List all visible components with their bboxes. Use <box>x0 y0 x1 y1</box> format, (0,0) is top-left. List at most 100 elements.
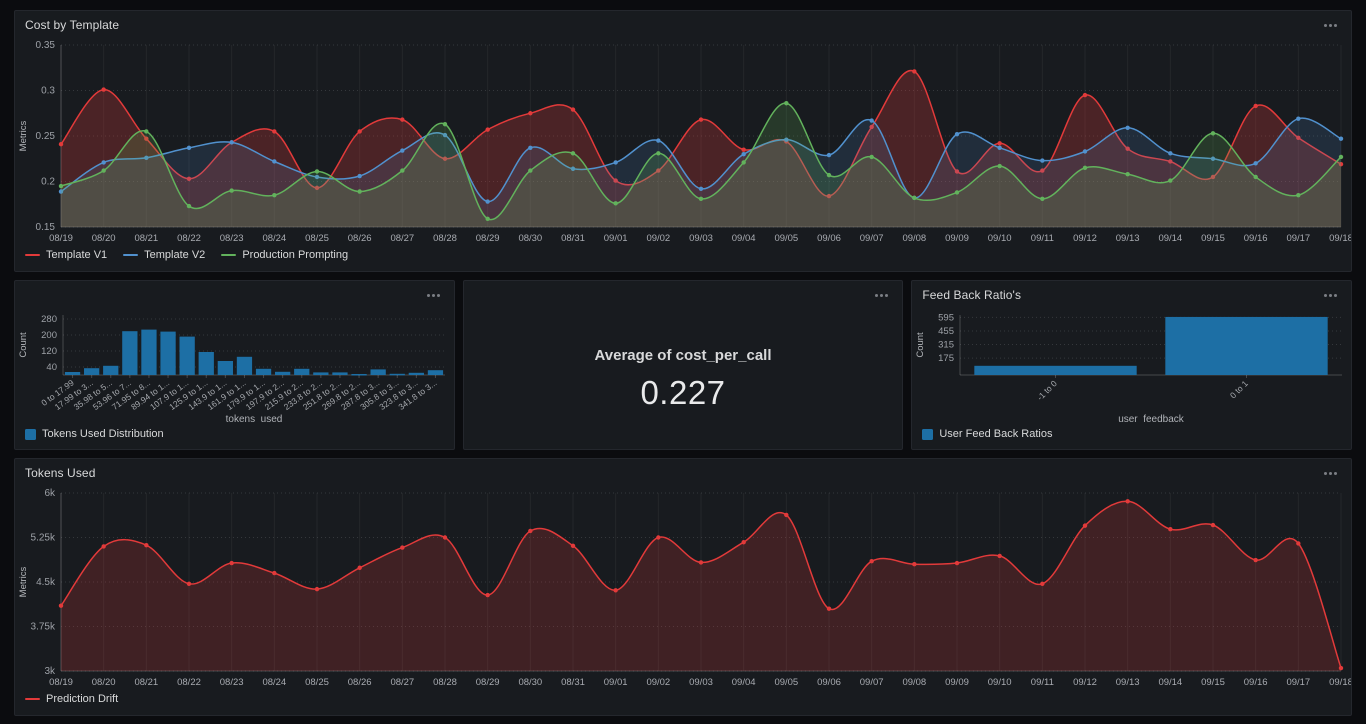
svg-text:09/15: 09/15 <box>1201 233 1225 243</box>
svg-text:09/13: 09/13 <box>1116 233 1140 243</box>
chart-legend: User Feed Back Ratios <box>912 423 1351 449</box>
svg-text:09/12: 09/12 <box>1073 677 1097 687</box>
panel-menu-icon[interactable] <box>1320 468 1341 479</box>
panel-header: Feed Back Ratio's <box>912 281 1351 309</box>
svg-text:08/19: 08/19 <box>49 233 73 243</box>
panel-header <box>464 281 903 309</box>
svg-text:Count: Count <box>18 332 29 358</box>
panel-cost-by-template: Cost by Template 0.150.20.250.30.3508/19… <box>14 10 1352 272</box>
tokens-distribution-chart[interactable]: 401202002800 to 17.9917.99 to 3...35.98 … <box>15 309 453 423</box>
cost-by-template-chart[interactable]: 0.150.20.250.30.3508/1908/2008/2108/2208… <box>15 39 1351 243</box>
svg-text:09/06: 09/06 <box>817 677 841 687</box>
svg-text:08/20: 08/20 <box>92 233 116 243</box>
panel-menu-icon[interactable] <box>423 290 444 301</box>
legend-swatch <box>25 254 40 256</box>
svg-text:08/20: 08/20 <box>92 677 116 687</box>
svg-text:09/07: 09/07 <box>860 233 884 243</box>
legend-swatch <box>25 429 36 440</box>
svg-text:0.15: 0.15 <box>36 222 56 233</box>
svg-text:09/08: 09/08 <box>902 677 926 687</box>
svg-text:09/02: 09/02 <box>646 677 670 687</box>
panel-header <box>15 281 454 309</box>
svg-text:09/01: 09/01 <box>604 677 628 687</box>
svg-text:09/15: 09/15 <box>1201 677 1225 687</box>
svg-text:09/11: 09/11 <box>1031 677 1054 687</box>
legend-label: Production Prompting <box>242 249 348 261</box>
svg-text:09/12: 09/12 <box>1073 233 1097 243</box>
svg-text:09/07: 09/07 <box>860 677 884 687</box>
panel-menu-icon[interactable] <box>1320 290 1341 301</box>
panel-average-cost-stat: Average of cost_per_call 0.227 <box>463 280 904 450</box>
svg-text:175: 175 <box>938 353 954 364</box>
svg-text:08/24: 08/24 <box>262 233 286 243</box>
svg-text:09/13: 09/13 <box>1116 677 1140 687</box>
legend-label: Tokens Used Distribution <box>42 428 164 440</box>
svg-text:0.35: 0.35 <box>36 40 56 51</box>
legend-label: User Feed Back Ratios <box>939 428 1052 440</box>
svg-text:user_feedback: user_feedback <box>1119 414 1186 423</box>
legend-item[interactable]: Production Prompting <box>221 249 348 261</box>
svg-text:4.5k: 4.5k <box>36 577 56 588</box>
panel-menu-icon[interactable] <box>871 290 892 301</box>
panel-title: Feed Back Ratio's <box>922 288 1021 302</box>
svg-text:09/09: 09/09 <box>945 677 969 687</box>
svg-text:09/14: 09/14 <box>1158 677 1182 687</box>
svg-text:5.25k: 5.25k <box>31 533 56 544</box>
svg-text:09/10: 09/10 <box>988 677 1012 687</box>
svg-text:08/28: 08/28 <box>433 677 457 687</box>
svg-text:09/05: 09/05 <box>774 677 798 687</box>
tokens-used-chart[interactable]: 3k3.75k4.5k5.25k6k08/1908/2008/2108/2208… <box>15 487 1351 687</box>
legend-label: Template V1 <box>46 249 107 261</box>
svg-text:Metrics: Metrics <box>18 566 29 597</box>
svg-text:09/01: 09/01 <box>604 233 628 243</box>
feedback-ratios-chart[interactable]: 175315455595-1 to 00 to 1Countuser_feedb… <box>912 309 1350 423</box>
legend-item[interactable]: Template V2 <box>123 249 205 261</box>
svg-text:3k: 3k <box>44 666 56 677</box>
svg-text:09/02: 09/02 <box>646 233 670 243</box>
svg-text:08/23: 08/23 <box>220 233 244 243</box>
svg-text:09/03: 09/03 <box>689 233 713 243</box>
legend-label: Prediction Drift <box>46 693 118 705</box>
svg-text:09/17: 09/17 <box>1286 677 1310 687</box>
svg-text:280: 280 <box>41 314 57 325</box>
stat-value: 0.227 <box>640 374 725 412</box>
panel-feedback-ratios: Feed Back Ratio's 175315455595-1 to 00 t… <box>911 280 1352 450</box>
svg-text:08/30: 08/30 <box>518 677 542 687</box>
legend-item[interactable]: Prediction Drift <box>25 693 118 705</box>
legend-swatch <box>25 698 40 700</box>
svg-text:200: 200 <box>41 330 57 341</box>
svg-text:08/28: 08/28 <box>433 233 457 243</box>
svg-text:09/08: 09/08 <box>902 233 926 243</box>
svg-text:0 to 1: 0 to 1 <box>1228 378 1250 400</box>
svg-text:455: 455 <box>938 326 954 337</box>
legend-item[interactable]: Tokens Used Distribution <box>25 428 164 440</box>
chart-legend: Tokens Used Distribution <box>15 423 454 449</box>
panel-tokens-distribution: 401202002800 to 17.9917.99 to 3...35.98 … <box>14 280 455 450</box>
svg-text:120: 120 <box>41 346 57 357</box>
svg-text:40: 40 <box>46 362 57 373</box>
svg-text:08/29: 08/29 <box>476 677 500 687</box>
svg-text:Count: Count <box>915 332 926 358</box>
svg-text:08/26: 08/26 <box>348 233 372 243</box>
svg-text:08/26: 08/26 <box>348 677 372 687</box>
panel-tokens-used: Tokens Used 3k3.75k4.5k5.25k6k08/1908/20… <box>14 458 1352 716</box>
svg-text:09/17: 09/17 <box>1286 233 1310 243</box>
svg-text:595: 595 <box>938 312 954 323</box>
svg-text:08/25: 08/25 <box>305 677 329 687</box>
svg-text:09/03: 09/03 <box>689 677 713 687</box>
svg-text:tokens_used: tokens_used <box>226 414 283 423</box>
legend-item[interactable]: Template V1 <box>25 249 107 261</box>
chart-legend: Prediction Drift <box>15 687 1351 715</box>
svg-text:-1 to 0: -1 to 0 <box>1035 378 1059 402</box>
panel-menu-icon[interactable] <box>1320 20 1341 31</box>
svg-text:08/23: 08/23 <box>220 677 244 687</box>
legend-item[interactable]: User Feed Back Ratios <box>922 428 1052 440</box>
svg-text:08/27: 08/27 <box>390 677 414 687</box>
svg-text:0.25: 0.25 <box>36 131 56 142</box>
svg-text:09/11: 09/11 <box>1031 233 1054 243</box>
svg-text:08/24: 08/24 <box>262 677 286 687</box>
stat-body: Average of cost_per_call 0.227 <box>464 309 903 449</box>
svg-text:09/06: 09/06 <box>817 233 841 243</box>
dashboard-row: 401202002800 to 17.9917.99 to 3...35.98 … <box>14 280 1352 450</box>
svg-text:09/18: 09/18 <box>1329 233 1351 243</box>
